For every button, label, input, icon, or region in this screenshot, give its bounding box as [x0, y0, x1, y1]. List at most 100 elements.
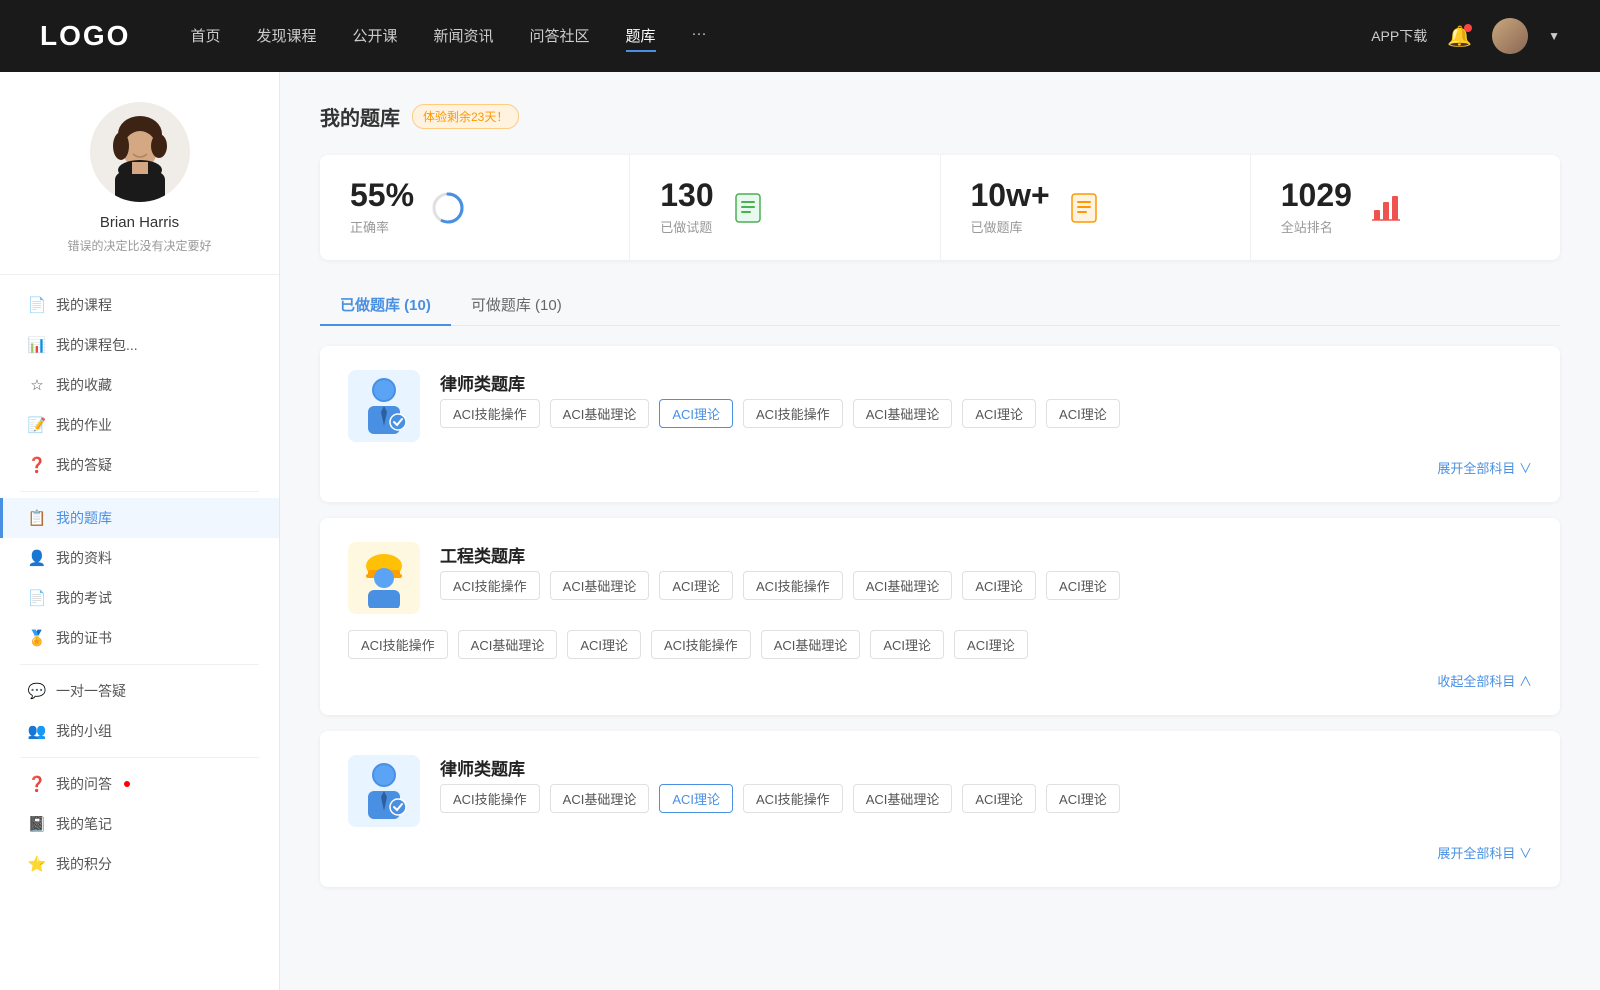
stat-item-0: 55% 正确率: [320, 155, 630, 260]
sidebar-menu-item-我的笔记[interactable]: 📓我的笔记: [0, 804, 279, 844]
sidebar-menu-item-我的收藏[interactable]: ☆我的收藏: [0, 365, 279, 405]
qbank-tag[interactable]: ACI理论: [962, 399, 1036, 428]
sidebar-menu-item-我的题库[interactable]: 📋我的题库: [0, 498, 279, 538]
qbank-tag[interactable]: ACI技能操作: [743, 399, 843, 428]
sidebar-menu-label: 我的考试: [56, 588, 112, 608]
stat-label: 已做试题: [660, 217, 713, 236]
sidebar-menu-icon: 📊: [28, 336, 46, 354]
sidebar-menu-item-我的问答[interactable]: ❓我的问答: [0, 764, 279, 804]
lawyer-icon: [358, 761, 410, 821]
navbar-menu-item[interactable]: 新闻资讯: [434, 21, 494, 52]
qbank-header: 律师类题库 ACI技能操作ACI基础理论ACI理论ACI技能操作ACI基础理论A…: [348, 370, 1532, 442]
qbank-tag[interactable]: ACI技能操作: [440, 784, 540, 813]
qbank-tag[interactable]: ACI技能操作: [743, 784, 843, 813]
qbank-tag[interactable]: ACI理论: [1046, 571, 1120, 600]
qbank-expand-button[interactable]: 收起全部科目 ∧: [1437, 674, 1532, 689]
qbank-icon: [348, 755, 420, 827]
sidebar-menu-item-我的作业[interactable]: 📝我的作业: [0, 405, 279, 445]
chart-red-icon: [1370, 192, 1402, 224]
sidebar-menu-item-我的课程包...[interactable]: 📊我的课程包...: [0, 325, 279, 365]
navbar-menu-item[interactable]: 公开课: [352, 21, 397, 52]
qbank-card-1: 工程类题库 ACI技能操作ACI基础理论ACI理论ACI技能操作ACI基础理论A…: [320, 518, 1560, 715]
stat-item-2: 10w+ 已做题库: [941, 155, 1251, 260]
navbar-menu-item[interactable]: 发现课程: [256, 21, 316, 52]
qbank-footer: 收起全部科目 ∧: [348, 671, 1532, 691]
qbank-tags-row1: ACI技能操作 ACI基础理论 ACI理论 ACI技能操作 ACI基础理论 ACI理论 AC…: [440, 399, 1532, 428]
qbank-tag[interactable]: ACI技能操作: [651, 630, 751, 659]
qbank-header: 律师类题库 ACI技能操作ACI基础理论ACI理论ACI技能操作ACI基础理论A…: [348, 755, 1532, 827]
stat-label: 已做题库: [971, 217, 1050, 236]
sidebar-menu-icon: ☆: [28, 376, 46, 394]
sidebar-menu-item-一对一答疑[interactable]: 💬一对一答疑: [0, 671, 279, 711]
qbank-tag[interactable]: ACI基础理论: [550, 399, 650, 428]
lawyer-icon: [358, 376, 410, 436]
sidebar-menu-item-我的证书[interactable]: 🏅我的证书: [0, 618, 279, 658]
qbank-card-2: 律师类题库 ACI技能操作ACI基础理论ACI理论ACI技能操作ACI基础理论A…: [320, 731, 1560, 887]
sidebar-menu-icon: 📓: [28, 815, 46, 833]
qbank-tag[interactable]: ACI技能操作: [743, 571, 843, 600]
qbank-body: 工程类题库 ACI技能操作ACI基础理论ACI理论ACI技能操作ACI基础理论A…: [440, 542, 1532, 600]
qbank-tag[interactable]: ACI基础理论: [550, 571, 650, 600]
qbank-tag[interactable]: ACI理论: [962, 784, 1036, 813]
qbank-tag[interactable]: ACI技能操作: [348, 630, 448, 659]
sidebar: Brian Harris 错误的决定比没有决定要好 📄我的课程📊我的课程包...…: [0, 72, 280, 990]
trial-badge: 体验剩余23天！: [412, 104, 519, 129]
qbank-tag[interactable]: ACI基础理论: [853, 784, 953, 813]
navbar-menu-item[interactable]: 首页: [190, 21, 220, 52]
navbar-menu-item[interactable]: 问答社区: [530, 21, 590, 52]
dropdown-icon[interactable]: ▼: [1548, 29, 1560, 43]
qbank-tag[interactable]: ACI基础理论: [853, 571, 953, 600]
sidebar-menu-label: 我的课程: [56, 295, 112, 315]
qbank-tag[interactable]: ACI理论: [870, 630, 944, 659]
qbank-tag[interactable]: ACI技能操作: [440, 571, 540, 600]
sidebar-menu-label: 我的积分: [56, 854, 112, 874]
qbank-tag[interactable]: ACI基础理论: [458, 630, 558, 659]
tab-item-0[interactable]: 已做题库 (10): [320, 284, 451, 325]
qbank-tag[interactable]: ACI基础理论: [761, 630, 861, 659]
qbank-tag[interactable]: ACI基础理论: [853, 399, 953, 428]
stat-value: 55%: [350, 179, 414, 211]
stat-text: 1029 全站排名: [1281, 179, 1352, 236]
qbank-expand-button[interactable]: 展开全部科目 ∨: [1437, 461, 1532, 476]
tab-item-1[interactable]: 可做题库 (10): [451, 284, 582, 325]
qbank-expand-button[interactable]: 展开全部科目 ∨: [1437, 846, 1532, 861]
stat-value: 130: [660, 179, 713, 211]
sidebar-menu-item-我的答疑[interactable]: ❓我的答疑: [0, 445, 279, 485]
sidebar-avatar: [90, 102, 190, 202]
main-content: 我的题库 体验剩余23天！ 55% 正确率 130 已做试题 1: [280, 72, 1600, 990]
sidebar-menu-item-我的小组[interactable]: 👥我的小组: [0, 711, 279, 751]
avatar[interactable]: [1492, 18, 1528, 54]
notification-bell[interactable]: 🔔: [1447, 24, 1472, 49]
qbank-tags-row1: ACI技能操作 ACI基础理论 ACI理论 ACI技能操作 ACI基础理论 ACI理论 AC…: [440, 571, 1532, 600]
sidebar-menu-item-我的考试[interactable]: 📄我的考试: [0, 578, 279, 618]
qbank-body: 律师类题库 ACI技能操作ACI基础理论ACI理论ACI技能操作ACI基础理论A…: [440, 370, 1532, 428]
sidebar-menu-item-我的积分[interactable]: ⭐我的积分: [0, 844, 279, 884]
qbank-tag[interactable]: ACI理论: [659, 571, 733, 600]
stat-icon: [1066, 190, 1102, 226]
qbank-icon: [348, 542, 420, 614]
qbank-tag[interactable]: ACI理论: [1046, 784, 1120, 813]
qbank-tag[interactable]: ACI基础理论: [550, 784, 650, 813]
sidebar-menu-label: 我的证书: [56, 628, 112, 648]
qbank-tag[interactable]: ACI理论: [659, 784, 733, 813]
stat-item-3: 1029 全站排名: [1251, 155, 1560, 260]
qbank-tag[interactable]: ACI理论: [1046, 399, 1120, 428]
tab-bar: 已做题库 (10)可做题库 (10): [320, 284, 1560, 326]
navbar-menu-item[interactable]: 题库: [626, 21, 656, 52]
sidebar-menu-item-我的资料[interactable]: 👤我的资料: [0, 538, 279, 578]
qbank-tag[interactable]: ACI理论: [954, 630, 1028, 659]
qbank-tag[interactable]: ACI理论: [567, 630, 641, 659]
app-download-link[interactable]: APP下载: [1371, 26, 1427, 46]
stat-text: 130 已做试题: [660, 179, 713, 236]
avatar-illustration: [90, 102, 190, 202]
logo[interactable]: LOGO: [40, 20, 130, 52]
sidebar-menu-item-我的课程[interactable]: 📄我的课程: [0, 285, 279, 325]
stat-value: 1029: [1281, 179, 1352, 211]
qbank-tag[interactable]: ACI技能操作: [440, 399, 540, 428]
sidebar-menu-icon: 📝: [28, 416, 46, 434]
doc-green-icon: [732, 192, 764, 224]
qbanks-container: 律师类题库 ACI技能操作ACI基础理论ACI理论ACI技能操作ACI基础理论A…: [320, 346, 1560, 887]
qbank-tag[interactable]: ACI理论: [659, 399, 733, 428]
navbar-menu-item[interactable]: ···: [692, 21, 707, 52]
qbank-tag[interactable]: ACI理论: [962, 571, 1036, 600]
